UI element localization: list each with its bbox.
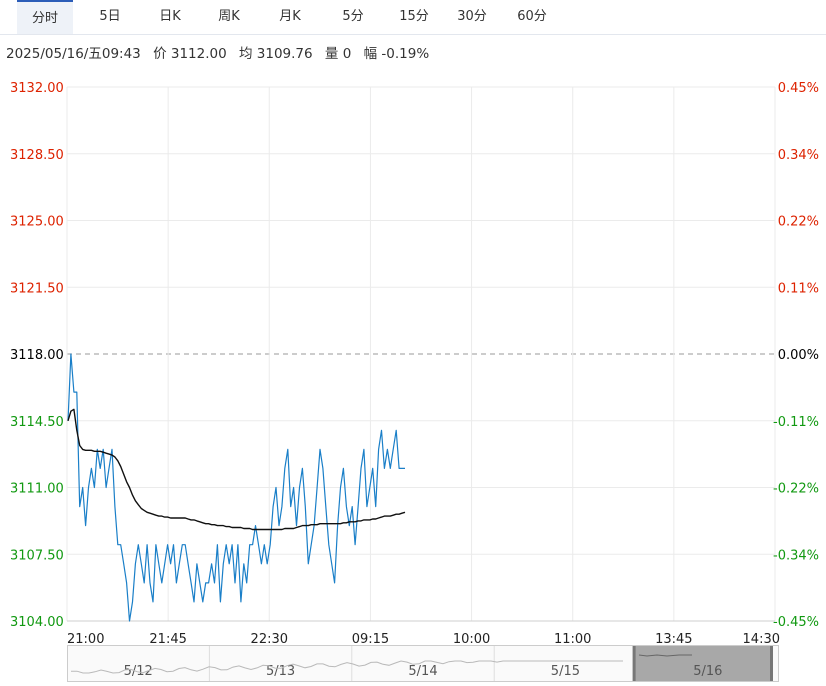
tab-1[interactable]: 5日	[88, 0, 132, 34]
tab-4[interactable]: 月K	[268, 0, 312, 34]
price-tick-label: 3104.00	[10, 615, 64, 630]
price-tick-label: 3121.50	[10, 281, 64, 296]
navigator-date-label: 5/16	[693, 664, 722, 679]
percent-tick-label: 0.11%	[778, 281, 819, 296]
time-tick-label: 14:30	[743, 632, 780, 645]
percent-tick-label: -0.22%	[773, 482, 819, 497]
quote-info-bar: 2025/05/16/五09:43 价 3112.00 均 3109.76 量 …	[6, 42, 437, 62]
range-navigator[interactable]: 5/12 5/13 5/14 5/15 5/16	[67, 645, 779, 683]
percent-axis: 0.45% 0.34% 0.22% 0.11% 0.00% -0.11% -0.22% -0.…	[773, 81, 819, 630]
price-tick-label: 3107.50	[10, 548, 64, 563]
time-tick-label: 21:45	[149, 632, 186, 645]
percent-tick-label: 0.22%	[778, 215, 819, 230]
price-tick-label: 3132.00	[10, 81, 64, 96]
time-axis: 21:00 21:45 22:30 09:15 10:00 11:00 13:45 14:30	[67, 632, 780, 645]
percent-tick-label: 0.45%	[778, 81, 819, 96]
quote-average: 均 3109.76	[238, 46, 313, 62]
percent-tick-label: -0.45%	[773, 615, 819, 630]
time-tick-label: 21:00	[67, 632, 104, 645]
navigator-left-handle[interactable]	[632, 646, 636, 681]
quote-datetime: 2025/05/16/五09:43	[6, 46, 141, 62]
percent-tick-label: 0.00%	[778, 348, 819, 363]
time-tick-label: 10:00	[453, 632, 490, 645]
tab-5[interactable]: 5分	[333, 0, 373, 34]
average-line	[67, 408, 406, 531]
quote-change: 幅 -0.19%	[363, 46, 430, 62]
price-tick-label: 3125.00	[10, 215, 64, 230]
intraday-chart[interactable]: 3132.00 3128.50 3125.00 3121.50 3118.00 3114.…	[0, 70, 826, 645]
percent-tick-label: 0.34%	[778, 148, 819, 163]
percent-tick-label: -0.34%	[773, 548, 819, 563]
price-tick-label: 3111.00	[10, 482, 64, 497]
period-tabs: 分时 5日 日K 周K 月K 5分 15分 30分 60分	[0, 0, 826, 35]
percent-tick-label: -0.11%	[773, 415, 819, 430]
navigator-date-label: 5/15	[551, 664, 580, 679]
navigator-date-label: 5/14	[408, 664, 437, 679]
tab-2[interactable]: 日K	[148, 0, 192, 34]
tab-8[interactable]: 60分	[510, 0, 554, 34]
price-axis: 3132.00 3128.50 3125.00 3121.50 3118.00 3114.…	[10, 81, 64, 630]
time-tick-label: 11:00	[554, 632, 591, 645]
time-tick-label: 22:30	[251, 632, 288, 645]
quote-volume: 量 0	[324, 46, 352, 62]
time-tick-label: 09:15	[352, 632, 389, 645]
navigator-right-handle[interactable]	[770, 646, 773, 681]
tab-0[interactable]: 分时	[17, 0, 73, 34]
price-tick-label: 3114.50	[10, 415, 64, 430]
price-tick-label: 3118.00	[10, 348, 64, 363]
chart-grid	[66, 86, 776, 622]
tab-7[interactable]: 30分	[450, 0, 494, 34]
tab-6[interactable]: 15分	[392, 0, 436, 34]
price-tick-label: 3128.50	[10, 148, 64, 163]
tab-3[interactable]: 周K	[207, 0, 251, 34]
time-tick-label: 13:45	[655, 632, 692, 645]
quote-price: 价 3112.00	[153, 46, 227, 62]
